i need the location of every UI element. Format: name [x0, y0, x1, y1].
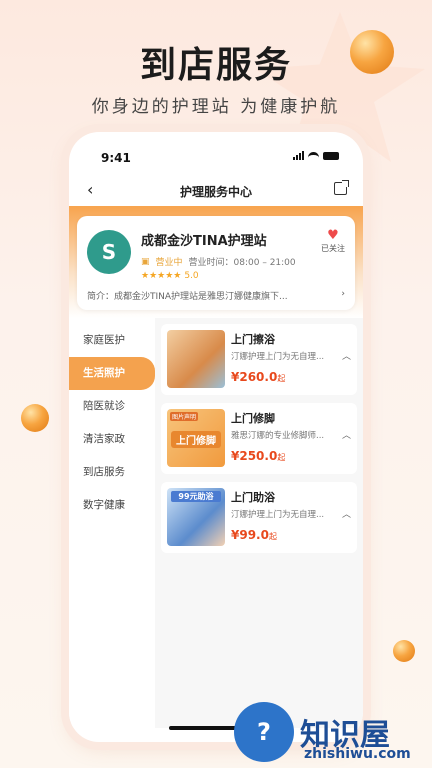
- thumb-caption: 上门修脚: [171, 431, 221, 448]
- follow-label: 已关注: [321, 244, 345, 253]
- service-desc: 雅思汀娜的专业修脚师... ︿: [231, 429, 351, 441]
- rating-score: 5.0: [184, 271, 199, 281]
- service-price: ¥250.0起: [231, 449, 351, 463]
- service-desc-text: 汀娜护理上门为无自理...: [231, 352, 325, 362]
- sidebar-item-housekeeping[interactable]: 清洁家政: [69, 423, 155, 456]
- service-price: ¥260.0起: [231, 370, 351, 384]
- price-unit: 起: [268, 532, 277, 541]
- chevron-up-icon[interactable]: ︿: [342, 429, 351, 441]
- store-intro[interactable]: 简介：成都金沙TINA护理站是雅思汀娜健康旗下... ›: [87, 289, 345, 302]
- watermark: ? 知识屋 zhishiwu.com: [234, 702, 411, 762]
- hero-subtitle: 你身边的护理站 为健康护航: [91, 97, 341, 117]
- status-time: 9:41: [101, 151, 131, 165]
- watermark-url: zhishiwu.com: [304, 746, 411, 762]
- price-value: ¥99.0: [231, 528, 269, 542]
- follow-button[interactable]: ♥ 已关注: [321, 228, 345, 254]
- service-item[interactable]: 图片声明 上门修脚 上门修脚 雅思汀娜的专业修脚师... ︿ ¥250.0起: [161, 403, 357, 474]
- service-thumbnail: 图片声明 上门修脚: [167, 409, 225, 467]
- chevron-right-icon: ›: [341, 289, 345, 299]
- business-hours: 营业时间：08:00 – 21:00: [188, 258, 296, 268]
- chevron-up-icon[interactable]: ︿: [342, 508, 351, 520]
- store-card[interactable]: S 成都金沙TINA护理站 ▣ 营业中 营业时间：08:00 – 21:00 ★…: [77, 216, 355, 310]
- service-thumbnail: [167, 330, 225, 388]
- share-icon[interactable]: [334, 180, 349, 195]
- store-meta: ▣ 营业中 营业时间：08:00 – 21:00: [141, 255, 345, 269]
- service-title: 上门修脚: [231, 412, 275, 425]
- store-intro-text: 简介：成都金沙TINA护理站是雅思汀娜健康旗下...: [87, 292, 288, 302]
- decorative-orange-ball: [21, 404, 49, 432]
- system-icons: [293, 151, 339, 160]
- shop-icon: ▣: [141, 256, 150, 267]
- service-info: 上门助浴 汀娜护理上门为无自理... ︿ ¥99.0起: [231, 488, 351, 547]
- thumb-tag: 图片声明: [170, 412, 199, 421]
- service-title: 上门擦浴: [231, 333, 275, 346]
- service-desc: 汀娜护理上门为无自理... ︿: [231, 350, 351, 362]
- service-price: ¥99.0起: [231, 528, 351, 542]
- price-value: ¥250.0: [231, 449, 278, 463]
- price-value: ¥260.0: [231, 370, 278, 384]
- service-desc-text: 雅思汀娜的专业修脚师...: [231, 431, 325, 441]
- open-status: 营业中: [155, 258, 183, 268]
- service-item[interactable]: 99元助浴 上门助浴 汀娜护理上门为无自理... ︿ ¥99.0起: [161, 482, 357, 553]
- store-header: S 成都金沙TINA护理站 ▣ 营业中 营业时间：08:00 – 21:00 ★…: [69, 206, 363, 318]
- service-item[interactable]: 上门擦浴 汀娜护理上门为无自理... ︿ ¥260.0起: [161, 324, 357, 395]
- phone-mockup: 9:41 ‹ 护理服务中心 S 成都金沙TINA护理站 ▣ 营业中 营业时间：0…: [69, 132, 363, 742]
- thumb-caption: 99元助浴: [171, 491, 221, 502]
- service-desc-text: 汀娜护理上门为无自理...: [231, 510, 325, 520]
- sidebar-item-in-store[interactable]: 到店服务: [69, 456, 155, 489]
- sidebar-item-life-care[interactable]: 生活照护: [69, 357, 155, 390]
- sidebar-item-family-care[interactable]: 家庭医护: [69, 324, 155, 357]
- chevron-up-icon[interactable]: ︿: [342, 350, 351, 362]
- heart-icon: ♥: [327, 228, 339, 243]
- content-area: 家庭医护 生活照护 陪医就诊 清洁家政 到店服务 数字健康 上门擦浴 汀娜护理上…: [69, 318, 363, 728]
- service-thumbnail: 99元助浴: [167, 488, 225, 546]
- store-logo: S: [87, 230, 131, 274]
- service-desc: 汀娜护理上门为无自理... ︿: [231, 508, 351, 520]
- signal-icon: [293, 151, 304, 160]
- status-bar: 9:41: [69, 132, 363, 176]
- service-info: 上门修脚 雅思汀娜的专业修脚师... ︿ ¥250.0起: [231, 409, 351, 468]
- decorative-orange-ball: [393, 640, 415, 662]
- battery-icon: [323, 151, 339, 160]
- sidebar-item-escort-visit[interactable]: 陪医就诊: [69, 390, 155, 423]
- price-unit: 起: [277, 453, 286, 462]
- watermark-logo: ?: [234, 702, 294, 762]
- wifi-icon: [308, 151, 319, 160]
- page-title: 护理服务中心: [179, 185, 252, 199]
- service-title: 上门助浴: [231, 491, 275, 504]
- service-info: 上门擦浴 汀娜护理上门为无自理... ︿ ¥260.0起: [231, 330, 351, 389]
- hero-title: 到店服务: [139, 45, 292, 86]
- service-list: 上门擦浴 汀娜护理上门为无自理... ︿ ¥260.0起 图片声明 上门修脚 上…: [155, 318, 363, 728]
- sidebar-item-digital-health[interactable]: 数字健康: [69, 489, 155, 522]
- store-rating: ★★★★★ 5.0: [141, 271, 345, 281]
- store-name: 成都金沙TINA护理站: [141, 234, 267, 249]
- category-sidebar: 家庭医护 生活照护 陪医就诊 清洁家政 到店服务 数字健康: [69, 318, 155, 728]
- nav-bar: ‹ 护理服务中心: [69, 176, 363, 206]
- price-unit: 起: [277, 374, 286, 383]
- star-rating-icon: ★★★★★: [141, 271, 182, 281]
